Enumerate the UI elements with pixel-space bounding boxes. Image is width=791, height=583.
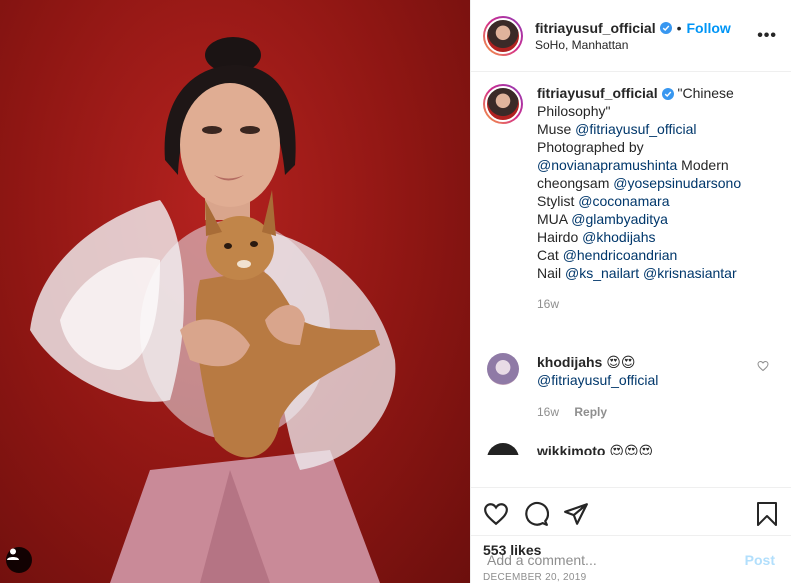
caption: fitriayusuf_official "Chinese Philosophy… (483, 84, 775, 313)
caption-text: MUA (537, 211, 572, 227)
mention-link[interactable]: @fitriayusuf_official (537, 372, 658, 388)
caption-avatar[interactable] (483, 84, 523, 124)
comment-item: wikkimoto 😍😍😍 (483, 443, 775, 455)
comment-meta: 16w Reply (537, 403, 747, 421)
post-button[interactable]: Post (745, 552, 775, 568)
post-header: fitriayusuf_official • Follow SoHo, Manh… (471, 0, 791, 72)
caption-body: fitriayusuf_official "Chinese Philosophy… (537, 84, 759, 313)
heart-icon[interactable] (483, 501, 509, 527)
comment-body: wikkimoto 😍😍😍 (537, 443, 653, 455)
avatar[interactable] (483, 15, 523, 56)
caption-username[interactable]: fitriayusuf_official (537, 85, 658, 101)
add-comment-bar: Add a comment... Post (471, 535, 791, 583)
separator-dot: • (676, 19, 682, 36)
share-icon[interactable] (563, 501, 589, 527)
mention-link[interactable]: @novianapramushinta (537, 157, 677, 173)
mention-link[interactable]: @fitriayusuf_official (575, 121, 696, 137)
mention-link[interactable]: @hendricoandrian (563, 247, 678, 263)
mention-link[interactable]: @ks_nailart (565, 265, 639, 281)
caption-text: Hairdo (537, 229, 583, 245)
location-link[interactable]: SoHo, Manhattan (535, 38, 757, 52)
verified-badge-icon (661, 88, 674, 100)
caption-timestamp[interactable]: 16w (537, 295, 759, 313)
comment-username[interactable]: khodijahs (537, 354, 602, 370)
comment-avatar[interactable] (487, 353, 519, 385)
post-photo[interactable] (0, 0, 470, 583)
comment-input[interactable]: Add a comment... (487, 552, 745, 568)
mention-link[interactable]: @krisnasiantar (643, 265, 737, 281)
comment-like-icon[interactable] (757, 359, 769, 375)
comments-list[interactable]: fitriayusuf_official "Chinese Philosophy… (471, 72, 791, 487)
comment-emoji: 😍😍 (606, 354, 636, 370)
mention-link[interactable]: @yosepsinudarsono (613, 175, 741, 191)
post-sidebar: fitriayusuf_official • Follow SoHo, Manh… (470, 0, 791, 583)
caption-text: Nail (537, 265, 566, 281)
comment-avatar[interactable] (487, 443, 519, 455)
comment-icon[interactable] (523, 501, 549, 527)
caption-text: Cat (537, 247, 563, 263)
username-link[interactable]: fitriayusuf_official (535, 20, 656, 36)
caption-text: Stylist (537, 193, 579, 209)
comment-item: khodijahs 😍😍 @fitriayusuf_official 16w R… (483, 353, 775, 421)
more-options-icon[interactable]: ••• (757, 27, 777, 45)
mention-link[interactable]: @glambyaditya (571, 211, 668, 227)
bookmark-icon[interactable] (755, 501, 779, 527)
follow-button[interactable]: Follow (687, 20, 731, 36)
mention-link[interactable]: @coconamara (578, 193, 669, 209)
reply-button[interactable]: Reply (574, 405, 607, 419)
instagram-post: fitriayusuf_official • Follow SoHo, Manh… (0, 0, 791, 583)
comment-body: khodijahs 😍😍 @fitriayusuf_official 16w R… (537, 353, 747, 421)
comment-username[interactable]: wikkimoto (537, 443, 605, 455)
post-header-meta: fitriayusuf_official • Follow SoHo, Manh… (535, 20, 757, 52)
comment-timestamp[interactable]: 16w (537, 405, 559, 419)
comment-emoji: 😍😍😍 (609, 443, 654, 455)
user-icon (7, 548, 19, 560)
verified-badge-icon (659, 21, 672, 34)
caption-text: Muse (537, 121, 576, 137)
caption-text: Photographed by (537, 139, 644, 155)
tagged-users-button[interactable] (6, 547, 32, 573)
mention-link[interactable]: @khodijahs (582, 229, 655, 245)
post-image (30, 37, 396, 583)
